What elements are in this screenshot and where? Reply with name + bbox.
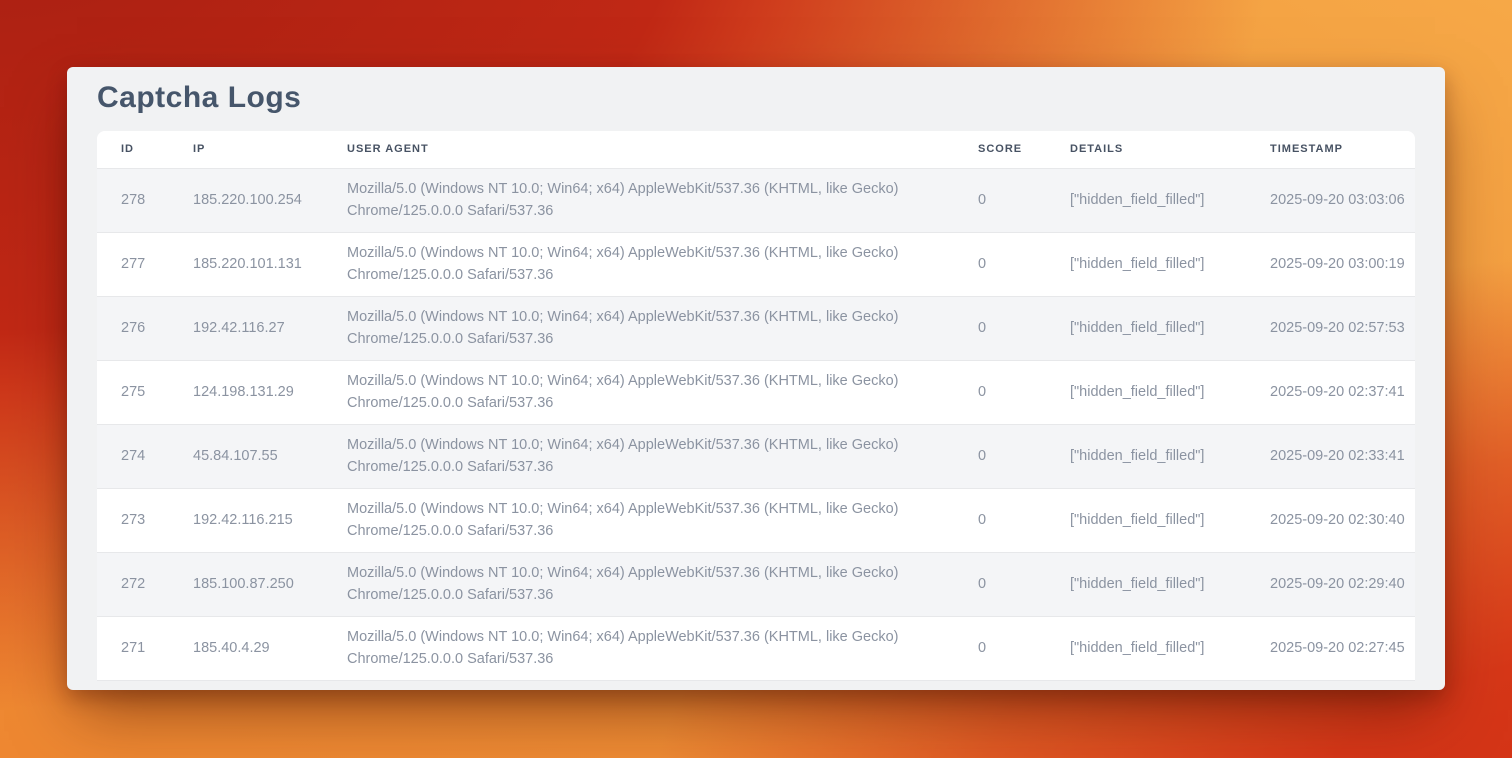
table-row: 272185.100.87.250Mozilla/5.0 (Windows NT… — [97, 552, 1415, 616]
logs-table: IDIPUSER AGENTSCOREDETAILSTIMESTAMP 2781… — [97, 131, 1415, 681]
table-row: 276192.42.116.27Mozilla/5.0 (Windows NT … — [97, 296, 1415, 360]
cell-ip: 185.40.4.29 — [193, 616, 347, 680]
column-header-user_agent: USER AGENT — [347, 131, 978, 168]
cell-timestamp: 2025-09-20 02:37:41 — [1270, 360, 1415, 424]
cell-user_agent: Mozilla/5.0 (Windows NT 10.0; Win64; x64… — [347, 168, 978, 232]
cell-user_agent: Mozilla/5.0 (Windows NT 10.0; Win64; x64… — [347, 360, 978, 424]
cell-timestamp: 2025-09-20 03:03:06 — [1270, 168, 1415, 232]
cell-score: 0 — [978, 552, 1070, 616]
cell-timestamp: 2025-09-20 02:33:41 — [1270, 424, 1415, 488]
cell-details: ["hidden_field_filled"] — [1070, 488, 1270, 552]
cell-timestamp: 2025-09-20 02:29:40 — [1270, 552, 1415, 616]
page-title: Captcha Logs — [97, 80, 1415, 116]
cell-timestamp: 2025-09-20 03:00:19 — [1270, 232, 1415, 296]
cell-ip: 185.220.100.254 — [193, 168, 347, 232]
cell-ip: 192.42.116.27 — [193, 296, 347, 360]
cell-id: 274 — [97, 424, 193, 488]
cell-details: ["hidden_field_filled"] — [1070, 424, 1270, 488]
cell-details: ["hidden_field_filled"] — [1070, 616, 1270, 680]
page-background: Captcha Logs IDIPUSER AGENTSCOREDETAILST… — [0, 0, 1512, 758]
cell-score: 0 — [978, 296, 1070, 360]
cell-ip: 192.42.116.215 — [193, 488, 347, 552]
table-row: 277185.220.101.131Mozilla/5.0 (Windows N… — [97, 232, 1415, 296]
table-row: 275124.198.131.29Mozilla/5.0 (Windows NT… — [97, 360, 1415, 424]
cell-details: ["hidden_field_filled"] — [1070, 552, 1270, 616]
captcha-logs-card: Captcha Logs IDIPUSER AGENTSCOREDETAILST… — [67, 67, 1445, 690]
cell-score: 0 — [978, 168, 1070, 232]
cell-ip: 185.100.87.250 — [193, 552, 347, 616]
cell-id: 272 — [97, 552, 193, 616]
cell-timestamp: 2025-09-20 02:57:53 — [1270, 296, 1415, 360]
cell-score: 0 — [978, 424, 1070, 488]
cell-score: 0 — [978, 232, 1070, 296]
cell-details: ["hidden_field_filled"] — [1070, 232, 1270, 296]
column-header-details: DETAILS — [1070, 131, 1270, 168]
table-row: 278185.220.100.254Mozilla/5.0 (Windows N… — [97, 168, 1415, 232]
cell-details: ["hidden_field_filled"] — [1070, 168, 1270, 232]
cell-ip: 185.220.101.131 — [193, 232, 347, 296]
cell-id: 277 — [97, 232, 193, 296]
cell-ip: 124.198.131.29 — [193, 360, 347, 424]
table-row: 271185.40.4.29Mozilla/5.0 (Windows NT 10… — [97, 616, 1415, 680]
table-header-row: IDIPUSER AGENTSCOREDETAILSTIMESTAMP — [97, 131, 1415, 168]
table-row: 273192.42.116.215Mozilla/5.0 (Windows NT… — [97, 488, 1415, 552]
column-header-timestamp: TIMESTAMP — [1270, 131, 1415, 168]
column-header-id: ID — [97, 131, 193, 168]
cell-user_agent: Mozilla/5.0 (Windows NT 10.0; Win64; x64… — [347, 616, 978, 680]
cell-score: 0 — [978, 616, 1070, 680]
column-header-score: SCORE — [978, 131, 1070, 168]
logs-table-container: IDIPUSER AGENTSCOREDETAILSTIMESTAMP 2781… — [97, 131, 1415, 681]
cell-user_agent: Mozilla/5.0 (Windows NT 10.0; Win64; x64… — [347, 232, 978, 296]
table-row: 27445.84.107.55Mozilla/5.0 (Windows NT 1… — [97, 424, 1415, 488]
cell-timestamp: 2025-09-20 02:27:45 — [1270, 616, 1415, 680]
cell-id: 275 — [97, 360, 193, 424]
cell-details: ["hidden_field_filled"] — [1070, 360, 1270, 424]
cell-score: 0 — [978, 360, 1070, 424]
cell-user_agent: Mozilla/5.0 (Windows NT 10.0; Win64; x64… — [347, 424, 978, 488]
cell-ip: 45.84.107.55 — [193, 424, 347, 488]
cell-id: 271 — [97, 616, 193, 680]
cell-id: 278 — [97, 168, 193, 232]
cell-user_agent: Mozilla/5.0 (Windows NT 10.0; Win64; x64… — [347, 552, 978, 616]
cell-score: 0 — [978, 488, 1070, 552]
cell-details: ["hidden_field_filled"] — [1070, 296, 1270, 360]
cell-user_agent: Mozilla/5.0 (Windows NT 10.0; Win64; x64… — [347, 488, 978, 552]
cell-timestamp: 2025-09-20 02:30:40 — [1270, 488, 1415, 552]
cell-id: 276 — [97, 296, 193, 360]
cell-user_agent: Mozilla/5.0 (Windows NT 10.0; Win64; x64… — [347, 296, 978, 360]
column-header-ip: IP — [193, 131, 347, 168]
cell-id: 273 — [97, 488, 193, 552]
table-body: 278185.220.100.254Mozilla/5.0 (Windows N… — [97, 168, 1415, 680]
